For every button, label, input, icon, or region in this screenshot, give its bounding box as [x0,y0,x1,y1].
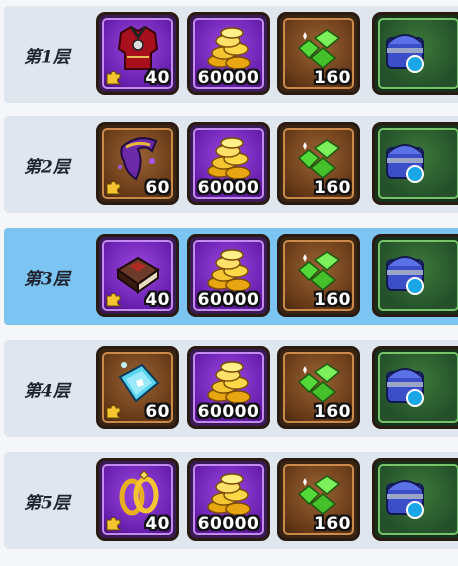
gold-coins-icon [206,361,251,404]
gold-amount: 60000 [197,178,260,198]
puzzle-piece-icon [106,405,121,419]
gem-amount: 160 [314,68,351,88]
blue-chest-icon [386,479,424,519]
puzzle-piece-icon [106,181,121,195]
fragment-count: 40 [145,514,170,534]
chest-reward-tile[interactable] [372,12,458,95]
gem-amount: 160 [314,514,351,534]
puzzle-piece-icon [106,71,121,85]
green-gems-icon [297,138,340,179]
blue-chest-icon [386,143,424,183]
gem-reward-tile[interactable]: 160 [277,234,360,317]
fragment-reward-tile[interactable]: 40 [96,234,179,317]
floor-row-1[interactable]: 第1层 40 60000 160 [4,6,458,103]
fragment-count: 60 [145,402,170,422]
puzzle-piece-icon [106,517,121,531]
green-gems-icon [297,250,340,291]
blue-chest-icon [386,255,424,295]
gem-amount: 160 [314,402,351,422]
gold-coins-icon [206,27,251,70]
gold-reward-tile[interactable]: 60000 [187,234,270,317]
fragment-count: 40 [145,68,170,88]
floor-label: 第1层 [24,47,70,67]
blue-chest-icon [386,367,424,407]
blue-chest-icon [386,33,424,73]
chest-reward-tile[interactable] [372,346,458,429]
gold-coins-icon [206,137,251,180]
gold-amount: 60000 [197,68,260,88]
gem-amount: 160 [314,178,351,198]
chest-reward-tile[interactable] [372,122,458,205]
puzzle-piece-icon [106,293,121,307]
green-gems-icon [297,362,340,403]
floor-label: 第2层 [24,157,70,177]
floor-label: 第3层 [24,269,70,289]
gold-reward-tile[interactable]: 60000 [187,458,270,541]
gold-coins-icon [206,473,251,516]
fragment-count: 40 [145,290,170,310]
floor-row-5[interactable]: 第5层 40 60000 160 [4,452,458,549]
gold-reward-tile[interactable]: 60000 [187,122,270,205]
fragment-reward-tile[interactable]: 40 [96,458,179,541]
gold-coins-icon [206,249,251,292]
floor-label: 第5层 [24,493,70,513]
fragment-reward-tile[interactable]: 60 [96,122,179,205]
gem-reward-tile[interactable]: 160 [277,12,360,95]
spellbook-icon [115,256,160,294]
gem-reward-tile[interactable]: 160 [277,458,360,541]
floor-row-3[interactable]: 第3层 40 60000 160 [4,228,458,325]
gold-amount: 60000 [197,514,260,534]
floor-row-4[interactable]: 第4层 60 60000 160 [4,340,458,437]
gold-amount: 60000 [197,402,260,422]
chest-reward-tile[interactable] [372,234,458,317]
gem-amount: 160 [314,290,351,310]
floor-row-2[interactable]: 第2层 60 60000 160 [4,116,458,213]
floor-label: 第4层 [24,381,70,401]
green-gems-icon [297,474,340,515]
fragment-reward-tile[interactable]: 40 [96,12,179,95]
fragment-reward-tile[interactable]: 60 [96,346,179,429]
gem-reward-tile[interactable]: 160 [277,122,360,205]
gold-amount: 60000 [197,290,260,310]
chest-reward-tile[interactable] [372,458,458,541]
fragment-count: 60 [145,178,170,198]
gold-reward-tile[interactable]: 60000 [187,12,270,95]
gem-reward-tile[interactable]: 160 [277,346,360,429]
gold-reward-tile[interactable]: 60000 [187,346,270,429]
green-gems-icon [297,28,340,69]
